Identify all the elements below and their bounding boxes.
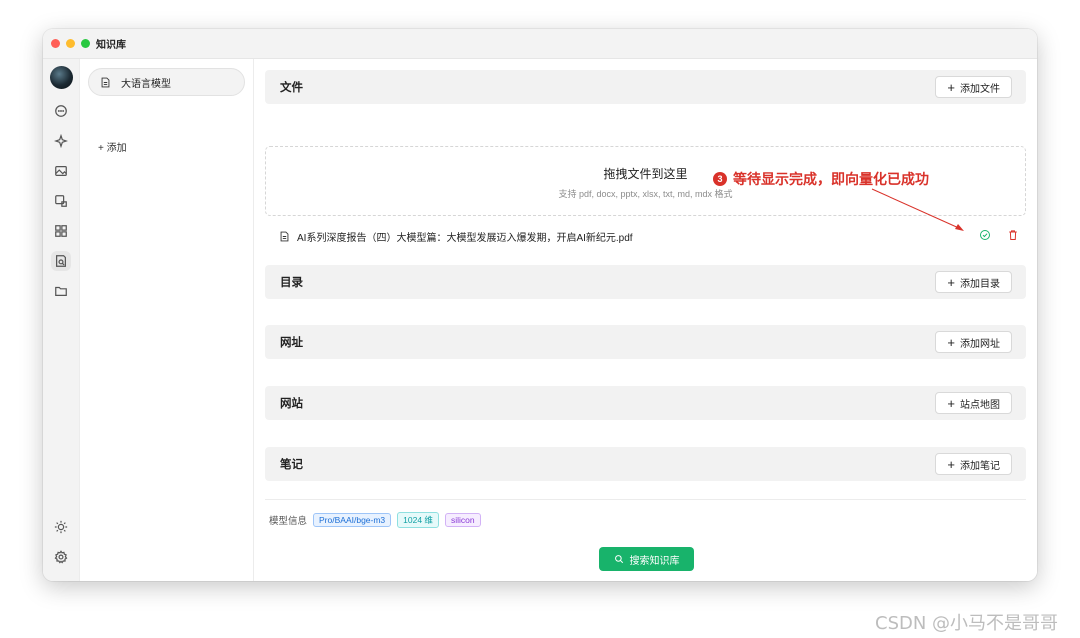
window-title: 知识库 — [96, 40, 126, 51]
model-info-label: 模型信息 — [269, 516, 308, 527]
add-url-button[interactable]: + 添加网址 — [935, 331, 1012, 353]
folder-icon[interactable] — [51, 281, 71, 301]
model-info: 模型信息 Pro/BAAI/bge-m3 1024 维 silicon — [269, 512, 481, 528]
add-file-button[interactable]: + 添加文件 — [935, 76, 1012, 98]
notes-section-title: 笔记 — [280, 459, 303, 471]
avatar[interactable] — [50, 66, 73, 89]
divider — [265, 499, 1026, 500]
app-window: 知识库 大语言模型 + 添加 文件 + 添加文件 拖拽文件到这里 支持 pdf,… — [43, 29, 1037, 581]
add-kb-button[interactable]: + 添加 — [98, 139, 127, 154]
sitemap-button[interactable]: + 站点地图 — [935, 392, 1012, 414]
nav-rail — [43, 59, 80, 581]
minimize-window-button[interactable] — [66, 39, 75, 48]
plus-icon: + — [947, 395, 955, 411]
search-knowledge-button[interactable]: 搜索知识库 — [599, 547, 694, 571]
website-section-title: 网站 — [280, 398, 303, 410]
file-row[interactable]: AI系列深度报告（四）大模型篇：大模型发展迈入爆发期，开启AI新纪元.pdf — [279, 227, 1019, 245]
add-directory-button[interactable]: + 添加目录 — [935, 271, 1012, 293]
directory-section-title: 目录 — [280, 277, 303, 289]
apps-icon[interactable] — [51, 221, 71, 241]
window-controls — [51, 39, 90, 48]
knowledge-icon[interactable] — [51, 251, 71, 271]
main-panel: 文件 + 添加文件 拖拽文件到这里 支持 pdf, docx, pptx, xl… — [254, 59, 1037, 581]
file-name: AI系列深度报告（四）大模型篇：大模型发展迈入爆发期，开启AI新纪元.pdf — [297, 232, 633, 244]
close-window-button[interactable] — [51, 39, 60, 48]
add-note-label: 添加笔记 — [960, 460, 1000, 472]
files-section-header: 文件 + 添加文件 — [265, 70, 1026, 104]
provider-tag: silicon — [444, 513, 481, 527]
add-file-label: 添加文件 — [960, 83, 1000, 95]
file-actions — [979, 229, 1019, 244]
dimension-tag: 1024 维 — [397, 512, 439, 528]
plus-icon: + — [947, 274, 955, 290]
add-note-button[interactable]: + 添加笔记 — [935, 453, 1012, 475]
check-circle-icon — [979, 229, 991, 244]
sun-icon[interactable] — [51, 517, 71, 537]
search-icon — [614, 555, 623, 564]
kb-item-label: 大语言模型 — [121, 78, 171, 90]
add-url-label: 添加网址 — [960, 338, 1000, 350]
document-icon — [101, 77, 110, 87]
url-section-title: 网址 — [280, 337, 303, 349]
kb-item-llm[interactable]: 大语言模型 — [88, 68, 245, 96]
directory-section-header: 目录 + 添加目录 — [265, 265, 1026, 299]
plus-icon: + — [947, 456, 955, 472]
settings-icon[interactable] — [51, 547, 71, 567]
document-icon — [280, 231, 289, 241]
sparkle-icon[interactable] — [51, 131, 71, 151]
image-translate-icon[interactable] — [51, 191, 71, 211]
title-bar: 知识库 — [43, 29, 1037, 59]
model-tag: Pro/BAAI/bge-m3 — [313, 513, 392, 527]
notes-section-header: 笔记 + 添加笔记 — [265, 447, 1026, 481]
knowledge-base-list: 大语言模型 + 添加 — [80, 59, 254, 581]
url-section-header: 网址 + 添加网址 — [265, 325, 1026, 359]
chat-icon[interactable] — [51, 101, 71, 121]
annotation-number: 3 — [713, 172, 727, 186]
image-icon[interactable] — [51, 161, 71, 181]
maximize-window-button[interactable] — [81, 39, 90, 48]
search-knowledge-label: 搜索知识库 — [629, 555, 680, 567]
plus-icon: + — [947, 334, 955, 350]
watermark: CSDN @小马不是哥哥 — [875, 613, 1059, 634]
add-directory-label: 添加目录 — [960, 278, 1000, 290]
website-section-header: 网站 + 站点地图 — [265, 386, 1026, 420]
sitemap-label: 站点地图 — [960, 399, 1000, 411]
plus-icon: + — [947, 79, 955, 95]
trash-icon[interactable] — [1007, 229, 1019, 244]
files-section-title: 文件 — [280, 82, 303, 94]
